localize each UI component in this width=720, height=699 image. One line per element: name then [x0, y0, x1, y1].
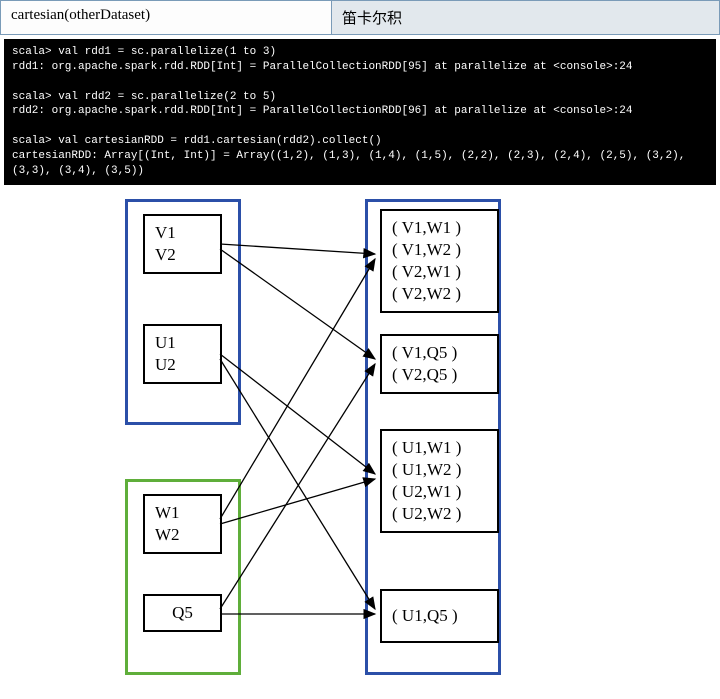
method-description: 笛卡尔积 — [332, 1, 719, 34]
result-partition-2: ( V1,Q5 ) ( V2,Q5 ) — [380, 334, 499, 394]
rdd1-partition-2: U1 U2 — [143, 324, 222, 384]
header-row: cartesian(otherDataset) 笛卡尔积 — [0, 0, 720, 35]
rdd1-partition-1: V1 V2 — [143, 214, 222, 274]
rdd2-partition-2: Q5 — [143, 594, 222, 632]
terminal-output: scala> val rdd1 = sc.parallelize(1 to 3)… — [4, 39, 716, 185]
method-signature: cartesian(otherDataset) — [1, 1, 332, 34]
rdd2-partition-1: W1 W2 — [143, 494, 222, 554]
result-partition-3: ( U1,W1 ) ( U1,W2 ) ( U2,W1 ) ( U2,W2 ) — [380, 429, 499, 533]
diagram-area: V1 V2 U1 U2 W1 W2 Q5 ( V1,W1 ) ( V1,W2 )… — [0, 189, 720, 699]
result-partition-1: ( V1,W1 ) ( V1,W2 ) ( V2,W1 ) ( V2,W2 ) — [380, 209, 499, 313]
result-partition-4: ( U1,Q5 ) — [380, 589, 499, 643]
